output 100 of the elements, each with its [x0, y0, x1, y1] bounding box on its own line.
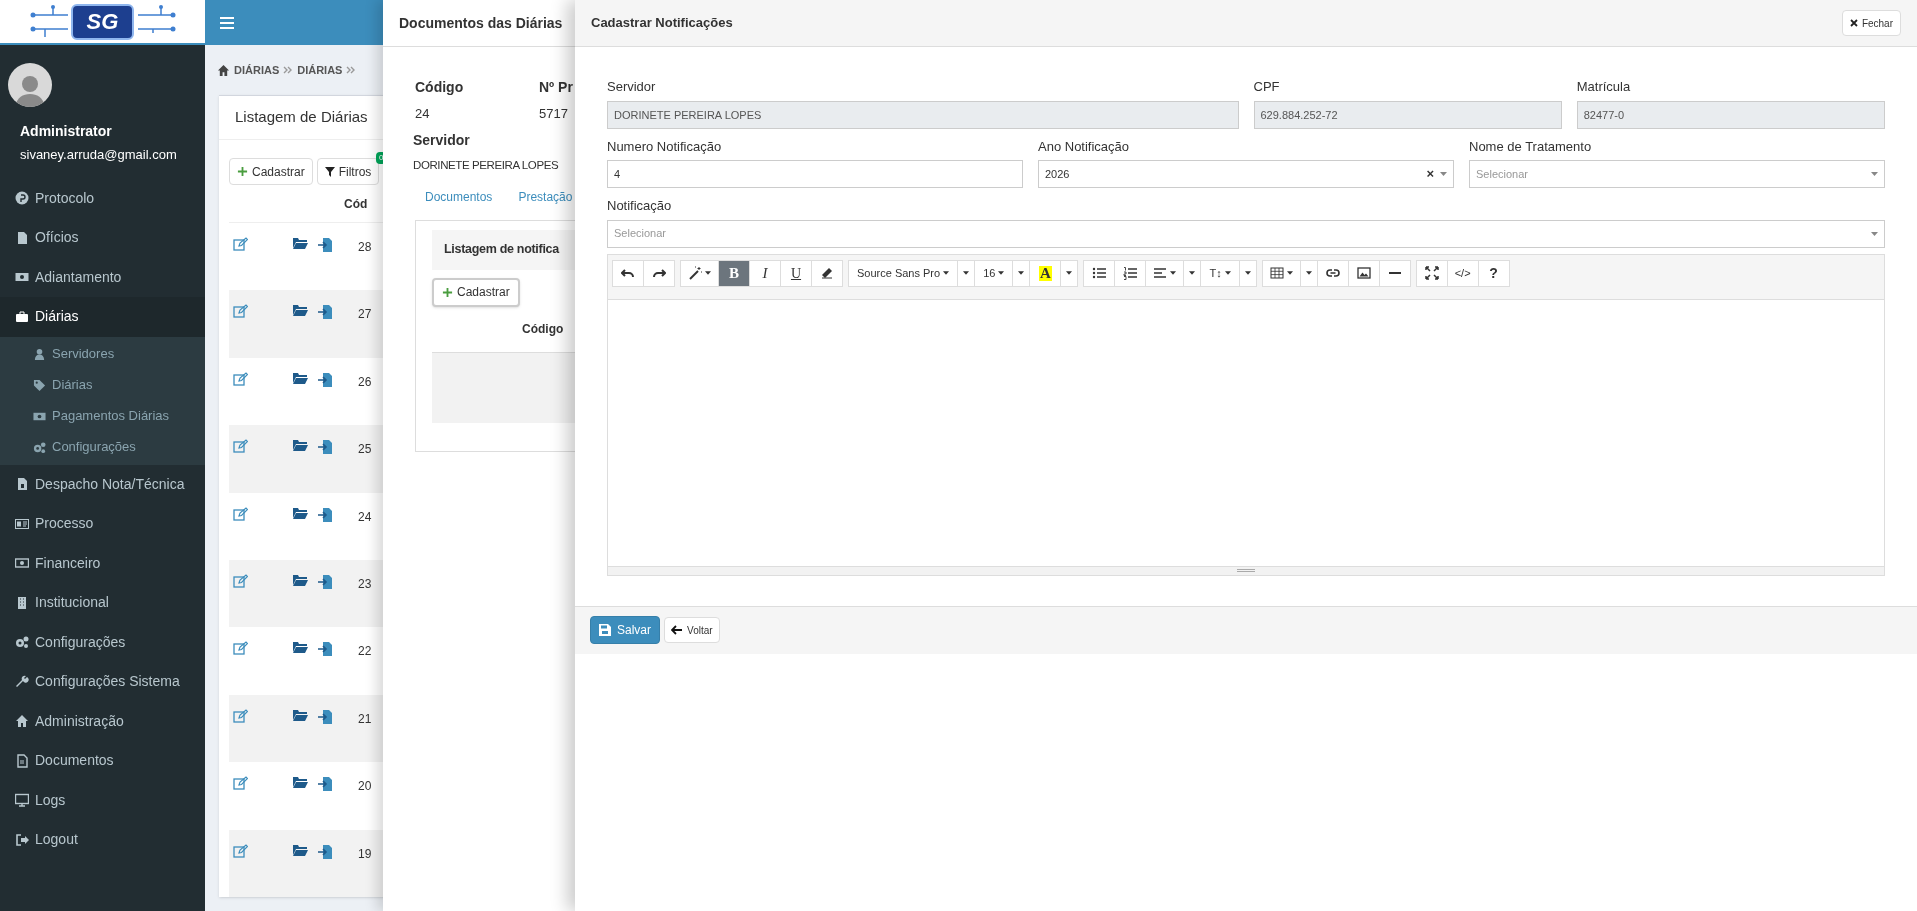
undo-icon — [621, 266, 635, 280]
sidebar-item[interactable]: Documentos — [0, 741, 205, 781]
select-field[interactable]: 2026 × — [1038, 160, 1454, 188]
toolbar-button[interactable]: B — [718, 259, 750, 287]
table-cell-text: 28 — [358, 239, 372, 256]
field-label: Nome de Tratamento — [1469, 137, 1592, 156]
sidebar-item[interactable]: Despacho Nota/Técnica — [0, 464, 205, 504]
folder-icon[interactable] — [293, 573, 308, 586]
sidebar-item[interactable]: Financeiro — [0, 543, 205, 583]
file-import-icon[interactable] — [318, 506, 332, 522]
file-import-icon[interactable] — [318, 237, 332, 252]
edit-icon[interactable] — [233, 776, 248, 791]
tab[interactable]: Prestação — [518, 187, 573, 220]
sidebar-item[interactable]: Protocolo — [0, 178, 205, 218]
sidebar-item[interactable]: Institucional — [0, 583, 205, 623]
toolbar-button[interactable] — [612, 259, 644, 287]
sidebar-item[interactable]: Processo — [0, 504, 205, 544]
dropdown-toggle[interactable] — [1012, 259, 1031, 287]
toolbar-button[interactable] — [1316, 259, 1349, 287]
toolbar-button[interactable] — [680, 259, 719, 287]
field-value: DORINETE PEREIRA LOPES — [413, 157, 559, 173]
readonly-field[interactable]: 82477-0 — [1576, 100, 1885, 129]
caret-icon — [1305, 271, 1312, 275]
sidebar-item[interactable]: Administração — [0, 701, 205, 741]
sidebar-item[interactable]: Ofícios — [0, 218, 205, 258]
sidebar-item[interactable]: Adiantamento — [0, 257, 205, 297]
monitor-icon — [15, 793, 29, 808]
add-button[interactable]: Cadastrar — [229, 158, 313, 185]
folder-icon[interactable] — [293, 776, 308, 789]
dropdown-toggle[interactable] — [1183, 259, 1202, 287]
toolbar-button[interactable] — [1415, 259, 1448, 287]
edit-icon[interactable] — [233, 371, 248, 386]
sidebar-item[interactable]: Logout — [0, 820, 205, 860]
dropdown-button[interactable]: Source Sans Pro — [848, 259, 959, 287]
dropdown-toggle[interactable] — [957, 259, 976, 287]
toolbar-button[interactable] — [811, 259, 843, 287]
add-button[interactable]: Cadastrar — [432, 277, 520, 307]
folder-icon[interactable] — [293, 708, 308, 721]
save-button[interactable]: Salvar — [590, 616, 660, 644]
tab[interactable]: Documentos — [425, 187, 493, 220]
toolbar-button[interactable] — [1114, 259, 1147, 287]
file-import-icon[interactable] — [318, 304, 332, 320]
filter-button[interactable]: Filtros — [316, 158, 380, 185]
file-import-icon[interactable] — [318, 371, 332, 387]
folder-icon[interactable] — [293, 506, 308, 519]
folder-icon[interactable] — [293, 641, 308, 654]
folder-icon[interactable] — [293, 304, 308, 317]
menu-icon[interactable] — [220, 16, 234, 29]
folder-icon[interactable] — [293, 371, 308, 384]
home-icon[interactable] — [217, 64, 230, 76]
toolbar-button[interactable]: U — [780, 259, 812, 287]
toolbar-button[interactable] — [1083, 259, 1116, 287]
file-import-icon[interactable] — [318, 708, 332, 724]
toolbar-button[interactable]: </> — [1446, 259, 1479, 287]
submenu-item[interactable]: Diárias — [0, 369, 205, 401]
dropdown-button[interactable]: 16 — [974, 259, 1014, 287]
folder-icon[interactable] — [293, 439, 308, 452]
toolbar-button[interactable] — [643, 259, 675, 287]
readonly-field[interactable]: DORINETE PEREIRA LOPES — [607, 100, 1239, 129]
input-field[interactable]: 4 — [607, 160, 1023, 188]
edit-icon[interactable] — [233, 506, 248, 521]
align-left-icon — [1153, 266, 1168, 280]
edit-icon[interactable] — [233, 439, 248, 454]
edit-icon[interactable] — [233, 843, 248, 858]
breadcrumb-link[interactable]: DIÁRIAS — [234, 61, 280, 79]
home-icon — [15, 714, 29, 729]
file-import-icon[interactable] — [318, 573, 332, 589]
sidebar-item[interactable]: Configurações — [0, 622, 205, 662]
back-button[interactable]: Voltar — [664, 617, 720, 643]
submenu-item[interactable]: Servidores — [0, 338, 205, 370]
text-color-button[interactable]: A — [1029, 259, 1062, 287]
sidebar-item[interactable]: Logs — [0, 780, 205, 820]
edit-icon[interactable] — [233, 641, 248, 656]
readonly-field[interactable]: 629.884.252-72 — [1253, 100, 1562, 129]
dropdown-button[interactable]: T↕ — [1200, 259, 1240, 287]
file-import-icon[interactable] — [318, 641, 332, 657]
submenu-item[interactable]: Configurações — [0, 431, 205, 463]
toolbar-button[interactable] — [1378, 259, 1411, 287]
document-icon — [15, 477, 29, 492]
toolbar-button[interactable] — [1145, 259, 1185, 287]
resize-handle[interactable] — [608, 565, 1884, 575]
edit-icon[interactable] — [233, 708, 248, 723]
edit-icon[interactable] — [233, 573, 248, 588]
close-button[interactable]: Fechar — [1841, 10, 1901, 36]
dropdown-toggle[interactable] — [1060, 259, 1079, 287]
sidebar-item[interactable]: Diárias — [0, 297, 205, 337]
sidebar-item[interactable]: Configurações Sistema — [0, 662, 205, 702]
file-import-icon[interactable] — [318, 843, 332, 859]
folder-icon[interactable] — [293, 237, 308, 249]
toolbar-button[interactable]: I — [749, 259, 781, 287]
file-import-icon[interactable] — [318, 439, 332, 455]
toolbar-button[interactable] — [1261, 259, 1301, 287]
edit-icon[interactable] — [233, 304, 248, 319]
file-import-icon[interactable] — [318, 776, 332, 792]
edit-icon[interactable] — [233, 237, 248, 251]
table-icon — [1269, 266, 1284, 280]
breadcrumb-link[interactable]: DIÁRIAS — [297, 61, 343, 79]
submenu-item[interactable]: Pagamentos Diárias — [0, 400, 205, 432]
folder-icon[interactable] — [293, 843, 308, 856]
toolbar-button[interactable]: ? — [1477, 259, 1510, 287]
